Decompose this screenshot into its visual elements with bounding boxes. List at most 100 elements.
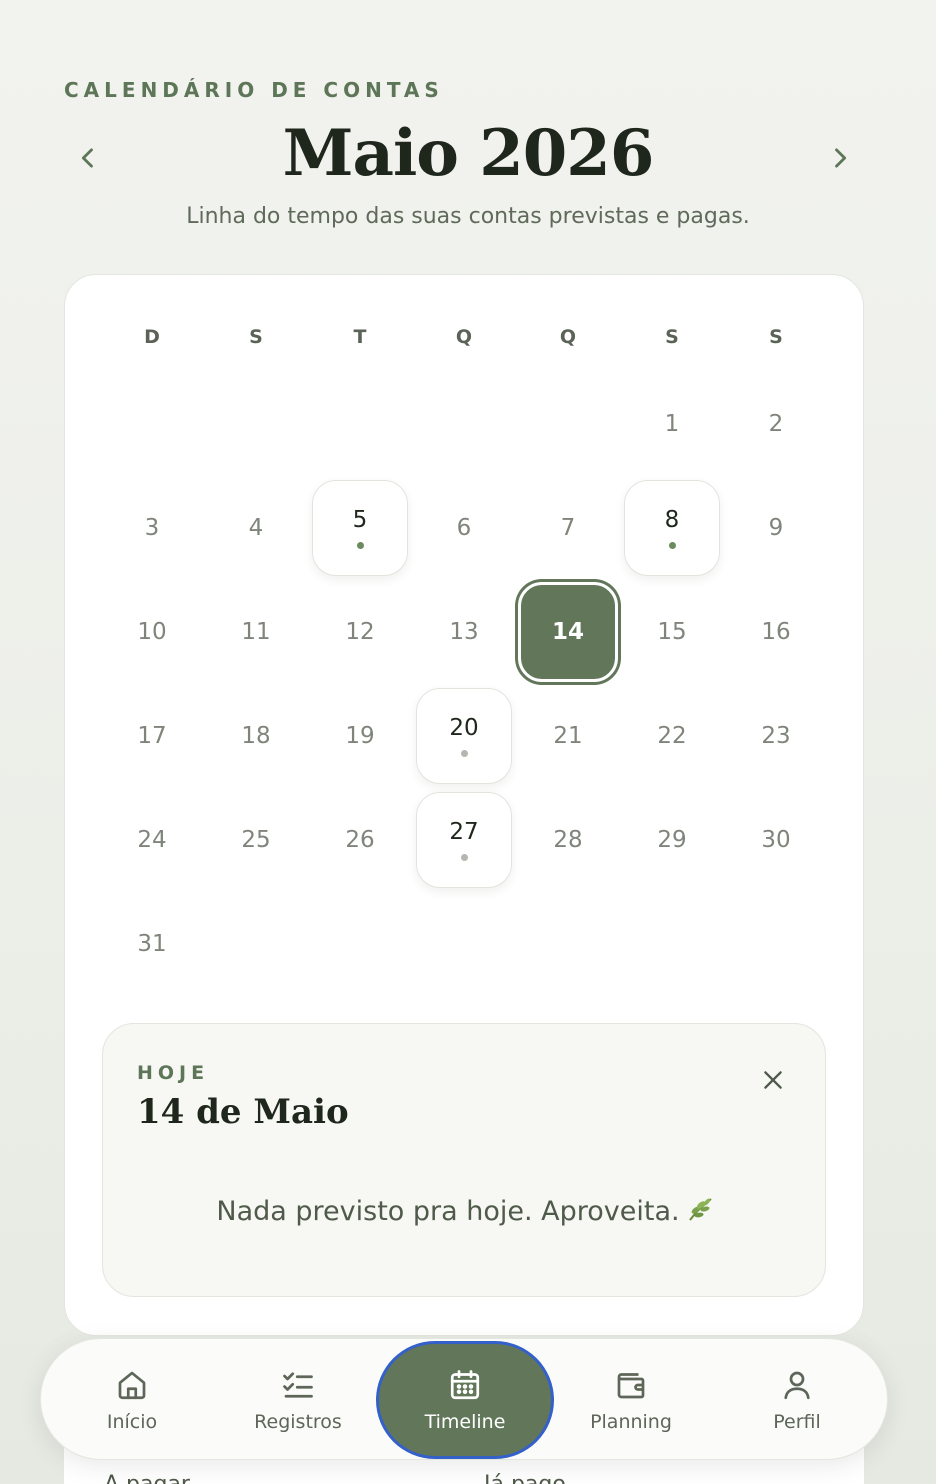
- event-dot-icon: [460, 854, 468, 861]
- day-number: 29: [657, 827, 687, 853]
- calendar-day[interactable]: 6: [416, 480, 512, 576]
- nav-item-planning[interactable]: Planning: [556, 1339, 706, 1461]
- calendar-day[interactable]: 24: [104, 792, 200, 888]
- wallet-icon: [617, 1373, 645, 1399]
- day-number: 18: [241, 723, 271, 749]
- calendar-day[interactable]: 13: [416, 584, 512, 680]
- day-number: 13: [449, 619, 479, 645]
- day-number: 11: [241, 619, 271, 645]
- calendar-day[interactable]: 28: [520, 792, 616, 888]
- calendar-day[interactable]: 25: [208, 792, 304, 888]
- day-number: 15: [657, 619, 687, 645]
- weekday-label: Q: [455, 326, 473, 348]
- calendar-day[interactable]: 4: [208, 480, 304, 576]
- calendar-day[interactable]: 12: [312, 584, 408, 680]
- calendar-day[interactable]: 17: [104, 688, 200, 784]
- day-number: 23: [761, 723, 791, 749]
- calendar-day[interactable]: 21: [520, 688, 616, 784]
- weekday-label: T: [353, 326, 367, 348]
- calendar-day[interactable]: 30: [728, 792, 824, 888]
- next-month-button[interactable]: [816, 134, 864, 182]
- calendar-day-with-event[interactable]: 27: [416, 792, 512, 888]
- home-icon: [118, 1371, 146, 1400]
- empty-state-text: Nada previsto pra hoje. Aproveita.: [216, 1196, 680, 1227]
- nav-label-timeline: Timeline: [424, 1411, 506, 1433]
- calendar-day[interactable]: 29: [624, 792, 720, 888]
- day-number: 14: [551, 619, 584, 645]
- calendar-day[interactable]: 19: [312, 688, 408, 784]
- day-number: 1: [664, 411, 680, 437]
- event-dot-icon: [356, 542, 364, 549]
- calendar-day[interactable]: 16: [728, 584, 824, 680]
- day-number: 2: [768, 411, 784, 437]
- calendar-day[interactable]: 15: [624, 584, 720, 680]
- checklist-icon: [283, 1372, 313, 1398]
- to-pay-label: A pagar: [104, 1472, 190, 1484]
- calendar-day[interactable]: 3: [104, 480, 200, 576]
- today-eyebrow: HOJE: [137, 1062, 210, 1084]
- nav-item-inicio[interactable]: Início: [57, 1339, 207, 1461]
- day-number: 21: [553, 723, 583, 749]
- day-number: 30: [761, 827, 791, 853]
- weekday-label: S: [665, 326, 679, 348]
- day-number: 26: [345, 827, 375, 853]
- day-number: 16: [761, 619, 791, 645]
- day-number: 19: [345, 723, 375, 749]
- day-number: 31: [137, 931, 167, 957]
- close-panel-button[interactable]: [753, 1060, 793, 1100]
- calendar-day[interactable]: 18: [208, 688, 304, 784]
- weekday-label: Q: [559, 326, 577, 348]
- nav-item-timeline[interactable]: Timeline: [379, 1344, 551, 1456]
- calendar-day[interactable]: 2: [728, 376, 824, 472]
- day-number: 6: [456, 515, 472, 541]
- day-number: 10: [137, 619, 167, 645]
- nav-item-registros[interactable]: Registros: [223, 1339, 373, 1461]
- herb-leaf-icon: [686, 1196, 714, 1229]
- calendar-day[interactable]: 11: [208, 584, 304, 680]
- user-icon: [784, 1371, 810, 1400]
- weekday-label: S: [249, 326, 263, 348]
- calendar-day-with-event[interactable]: 20: [416, 688, 512, 784]
- nav-item-perfil[interactable]: Perfil: [722, 1339, 872, 1461]
- calendar-day-with-event[interactable]: 8: [624, 480, 720, 576]
- close-icon: [764, 1071, 782, 1089]
- day-number: 7: [560, 515, 576, 541]
- day-number: 17: [137, 723, 167, 749]
- calendar-day-today[interactable]: 14: [518, 582, 618, 682]
- bottom-navigation: Início Registros Timeline Planning Perfi…: [40, 1338, 888, 1460]
- calendar-day[interactable]: 31: [104, 896, 200, 992]
- calendar-day[interactable]: 23: [728, 688, 824, 784]
- day-number: 20: [449, 715, 479, 741]
- month-title: Maio 2026: [282, 116, 655, 191]
- day-number: 22: [657, 723, 687, 749]
- calendar-day[interactable]: 10: [104, 584, 200, 680]
- day-number: 9: [768, 515, 784, 541]
- empty-state-message: Nada previsto pra hoje. Aproveita.: [103, 1196, 827, 1229]
- calendar-icon: [450, 1370, 480, 1400]
- day-number: 28: [553, 827, 583, 853]
- calendar-day[interactable]: 7: [520, 480, 616, 576]
- day-number: 4: [248, 515, 264, 541]
- page-eyebrow: CALENDÁRIO DE CONTAS: [64, 78, 444, 102]
- nav-label-inicio: Início: [106, 1411, 158, 1433]
- nav-label-registros: Registros: [254, 1411, 342, 1433]
- nav-label-planning: Planning: [590, 1411, 672, 1433]
- event-dot-icon: [668, 542, 676, 549]
- page-subtitle: Linha do tempo das suas contas previstas…: [186, 204, 750, 229]
- today-date-title: 14 de Maio: [137, 1092, 349, 1132]
- calendar-day[interactable]: 22: [624, 688, 720, 784]
- day-number: 27: [449, 819, 479, 845]
- day-number: 12: [345, 619, 375, 645]
- calendar-day[interactable]: 9: [728, 480, 824, 576]
- paid-label: Já pago: [484, 1472, 566, 1484]
- calendar-day-with-event[interactable]: 5: [312, 480, 408, 576]
- chevron-right-icon: [835, 148, 847, 168]
- day-number: 5: [352, 507, 368, 533]
- weekday-label: D: [144, 326, 160, 348]
- calendar-day[interactable]: 26: [312, 792, 408, 888]
- day-number: 24: [137, 827, 167, 853]
- day-number: 25: [241, 827, 271, 853]
- calendar-day[interactable]: 1: [624, 376, 720, 472]
- nav-label-perfil: Perfil: [773, 1411, 821, 1433]
- event-dot-icon: [460, 750, 468, 757]
